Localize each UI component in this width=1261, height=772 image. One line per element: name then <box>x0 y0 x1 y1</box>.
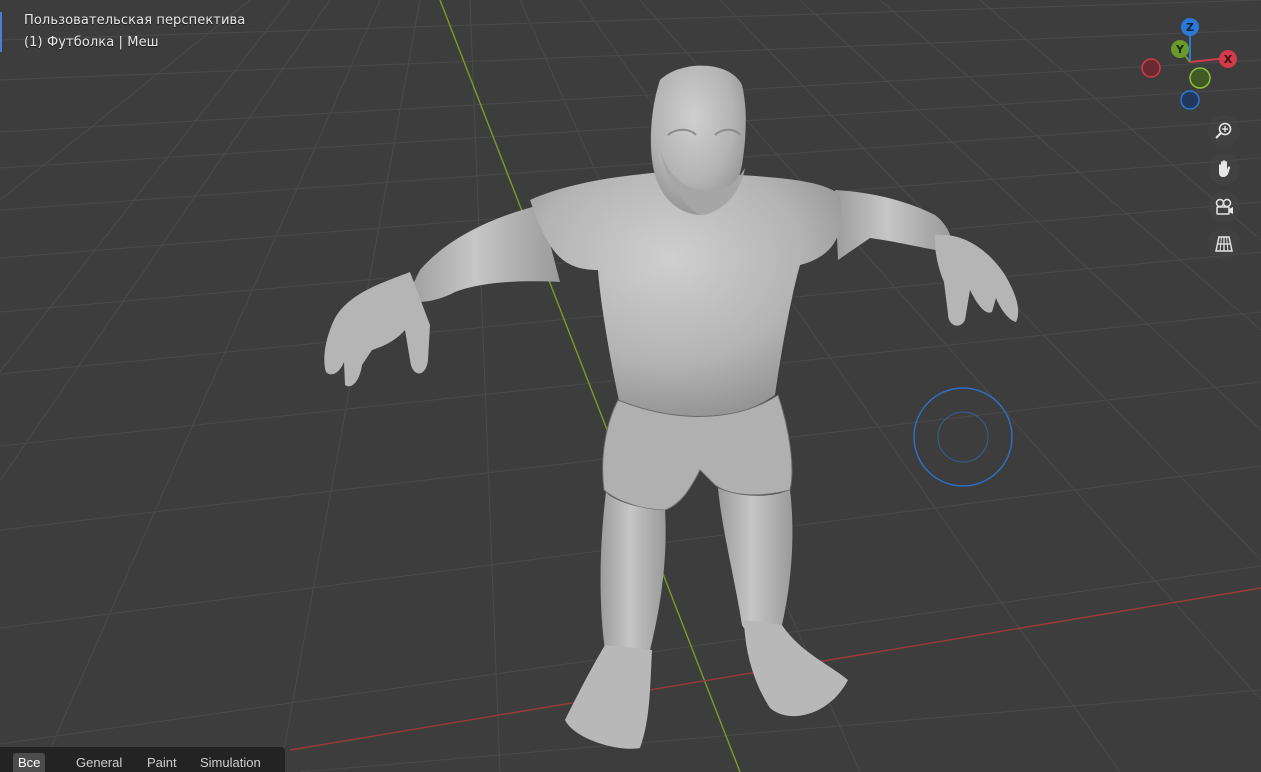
ortho-toggle-button[interactable] <box>1208 228 1240 260</box>
3d-cursor <box>913 387 1013 487</box>
tab-paint[interactable]: Paint <box>147 755 177 770</box>
view-name: Пользовательская перспектива <box>24 13 246 28</box>
camera-icon <box>1215 198 1233 215</box>
tab-all[interactable]: Все <box>13 753 46 772</box>
gizmo-neg-z <box>1180 90 1200 110</box>
pan-button[interactable] <box>1208 153 1240 185</box>
gizmo-z-label: Z <box>1186 21 1194 34</box>
zoom-icon <box>1215 122 1232 139</box>
hand-icon <box>1219 160 1231 177</box>
gizmo-x-label: X <box>1224 53 1233 66</box>
camera-view-button[interactable] <box>1208 191 1240 223</box>
viewport-canvas[interactable]: Z Y X <box>0 0 1261 772</box>
gizmo-neg-y <box>1189 67 1211 89</box>
tab-simulation[interactable]: Simulation <box>200 755 261 770</box>
active-indicator <box>0 12 2 52</box>
gizmo-neg-x <box>1141 58 1161 78</box>
gizmo-y-label: Y <box>1175 43 1185 56</box>
3d-viewport[interactable]: Z Y X <box>0 0 1261 772</box>
grid-icon <box>1215 236 1233 252</box>
zoom-button[interactable] <box>1208 115 1240 147</box>
tab-general[interactable]: General <box>76 755 122 770</box>
active-object-info: (1) Футболка | Меш <box>24 35 159 50</box>
